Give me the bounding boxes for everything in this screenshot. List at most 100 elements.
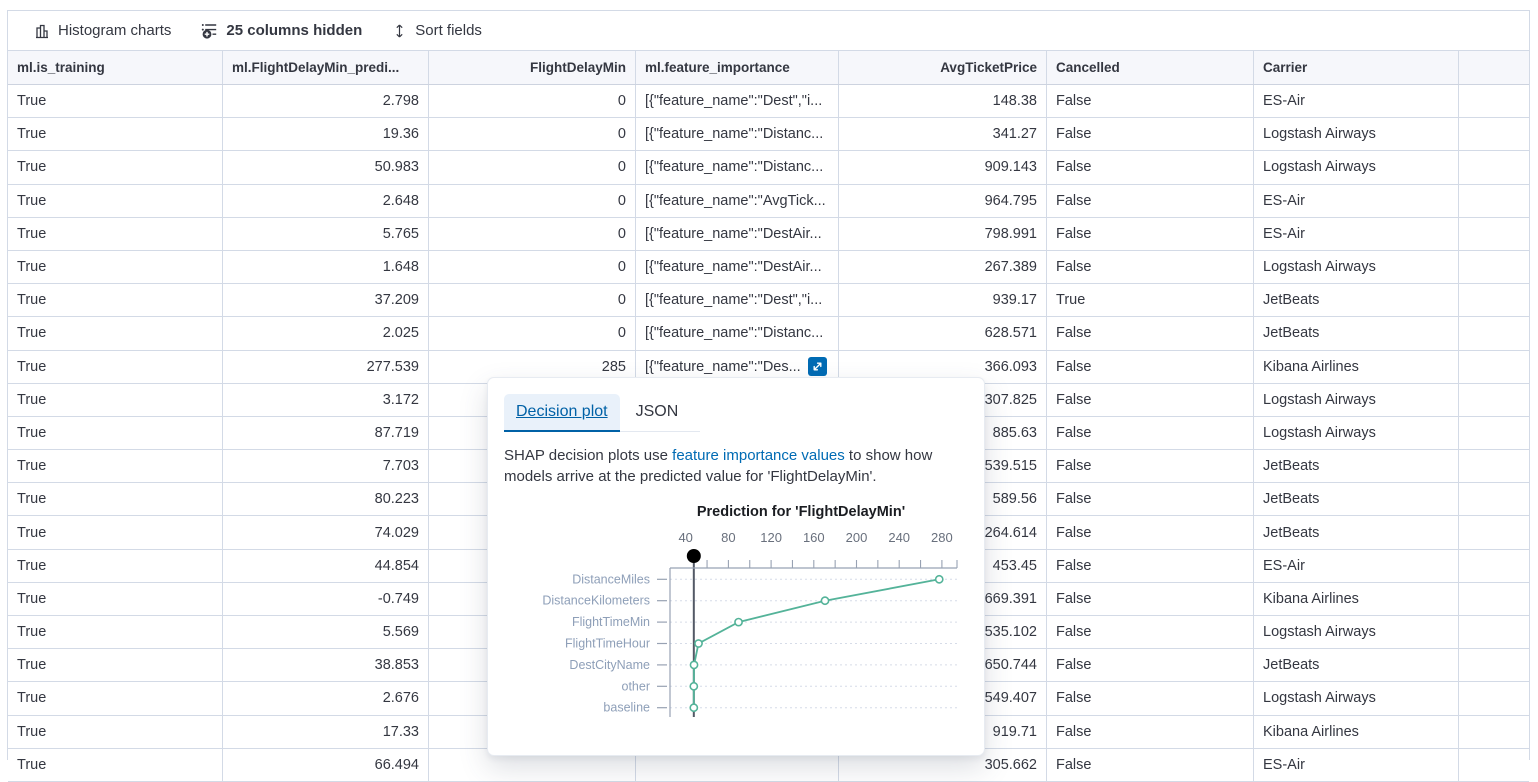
cell-avg_ticket_price[interactable]: 341.27 [839, 118, 1047, 150]
cell-carrier[interactable]: ES-Air [1254, 185, 1459, 217]
cell-feature_importance[interactable]: [{"feature_name":"Dest","i... [636, 284, 839, 316]
column-header-flight_delay_min[interactable]: FlightDelayMin [429, 51, 636, 84]
column-header-is_training[interactable]: ml.is_training [8, 51, 223, 84]
cell-is_training[interactable]: True [8, 716, 223, 748]
cell-avg_ticket_price[interactable]: 798.991 [839, 218, 1047, 250]
cell-prediction[interactable]: -0.749 [223, 583, 429, 615]
cell-spacer[interactable] [1459, 151, 1529, 183]
cell-cancelled[interactable]: False [1047, 85, 1254, 117]
cell-carrier[interactable]: JetBeats [1254, 450, 1459, 482]
cell-spacer[interactable] [1459, 450, 1529, 482]
cell-avg_ticket_price[interactable]: 148.38 [839, 85, 1047, 117]
cell-prediction[interactable]: 74.029 [223, 516, 429, 548]
cell-spacer[interactable] [1459, 218, 1529, 250]
cell-spacer[interactable] [1459, 351, 1529, 383]
column-header-cancelled[interactable]: Cancelled [1047, 51, 1254, 84]
cell-carrier[interactable]: Logstash Airways [1254, 384, 1459, 416]
cell-is_training[interactable]: True [8, 550, 223, 582]
cell-spacer[interactable] [1459, 716, 1529, 748]
cell-prediction[interactable]: 50.983 [223, 151, 429, 183]
cell-cancelled[interactable]: False [1047, 218, 1254, 250]
cell-carrier[interactable]: Logstash Airways [1254, 251, 1459, 283]
cell-is_training[interactable]: True [8, 351, 223, 383]
cell-feature_importance[interactable]: [{"feature_name":"Distanc... [636, 317, 839, 349]
cell-cancelled[interactable]: False [1047, 583, 1254, 615]
cell-spacer[interactable] [1459, 483, 1529, 515]
cell-prediction[interactable]: 3.172 [223, 384, 429, 416]
cell-is_training[interactable]: True [8, 384, 223, 416]
cell-cancelled[interactable]: False [1047, 516, 1254, 548]
cell-prediction[interactable]: 44.854 [223, 550, 429, 582]
cell-prediction[interactable]: 277.539 [223, 351, 429, 383]
cell-cancelled[interactable]: False [1047, 317, 1254, 349]
cell-flight_delay_min[interactable]: 0 [429, 251, 636, 283]
cell-prediction[interactable]: 37.209 [223, 284, 429, 316]
cell-avg_ticket_price[interactable]: 939.17 [839, 284, 1047, 316]
cell-is_training[interactable]: True [8, 284, 223, 316]
cell-avg_ticket_price[interactable]: 909.143 [839, 151, 1047, 183]
cell-prediction[interactable]: 66.494 [223, 749, 429, 781]
cell-carrier[interactable]: ES-Air [1254, 749, 1459, 781]
cell-avg_ticket_price[interactable]: 964.795 [839, 185, 1047, 217]
cell-is_training[interactable]: True [8, 251, 223, 283]
cell-is_training[interactable]: True [8, 616, 223, 648]
cell-is_training[interactable]: True [8, 85, 223, 117]
cell-flight_delay_min[interactable]: 0 [429, 284, 636, 316]
cell-cancelled[interactable]: False [1047, 118, 1254, 150]
cell-carrier[interactable]: Logstash Airways [1254, 682, 1459, 714]
histogram-charts-button[interactable]: Histogram charts [34, 22, 171, 39]
cell-carrier[interactable]: JetBeats [1254, 284, 1459, 316]
sort-fields-button[interactable]: Sort fields [392, 22, 482, 39]
cell-carrier[interactable]: Logstash Airways [1254, 417, 1459, 449]
cell-is_training[interactable]: True [8, 317, 223, 349]
cell-cancelled[interactable]: False [1047, 251, 1254, 283]
cell-spacer[interactable] [1459, 284, 1529, 316]
cell-feature_importance[interactable]: [{"feature_name":"Distanc... [636, 151, 839, 183]
cell-spacer[interactable] [1459, 583, 1529, 615]
cell-carrier[interactable]: JetBeats [1254, 483, 1459, 515]
cell-feature_importance[interactable]: [{"feature_name":"Dest","i... [636, 85, 839, 117]
cell-spacer[interactable] [1459, 516, 1529, 548]
cell-carrier[interactable]: ES-Air [1254, 550, 1459, 582]
cell-prediction[interactable]: 80.223 [223, 483, 429, 515]
cell-carrier[interactable]: Logstash Airways [1254, 151, 1459, 183]
cell-flight_delay_min[interactable]: 0 [429, 218, 636, 250]
cell-cancelled[interactable]: False [1047, 450, 1254, 482]
cell-cancelled[interactable]: False [1047, 716, 1254, 748]
cell-spacer[interactable] [1459, 185, 1529, 217]
cell-prediction[interactable]: 2.798 [223, 85, 429, 117]
cell-is_training[interactable]: True [8, 450, 223, 482]
cell-carrier[interactable]: ES-Air [1254, 218, 1459, 250]
cell-cancelled[interactable]: False [1047, 649, 1254, 681]
cell-spacer[interactable] [1459, 616, 1529, 648]
cell-prediction[interactable]: 2.648 [223, 185, 429, 217]
cell-prediction[interactable]: 38.853 [223, 649, 429, 681]
column-header-spacer[interactable] [1459, 51, 1529, 84]
cell-spacer[interactable] [1459, 749, 1529, 781]
expand-cell-button[interactable] [808, 357, 827, 376]
cell-cancelled[interactable]: False [1047, 351, 1254, 383]
cell-spacer[interactable] [1459, 317, 1529, 349]
cell-carrier[interactable]: JetBeats [1254, 317, 1459, 349]
cell-cancelled[interactable]: False [1047, 749, 1254, 781]
cell-carrier[interactable]: JetBeats [1254, 516, 1459, 548]
cell-cancelled[interactable]: False [1047, 151, 1254, 183]
cell-cancelled[interactable]: False [1047, 483, 1254, 515]
cell-flight_delay_min[interactable]: 0 [429, 317, 636, 349]
cell-cancelled[interactable]: False [1047, 384, 1254, 416]
cell-flight_delay_min[interactable]: 0 [429, 151, 636, 183]
cell-carrier[interactable]: Logstash Airways [1254, 118, 1459, 150]
cell-flight_delay_min[interactable]: 0 [429, 85, 636, 117]
cell-carrier[interactable]: ES-Air [1254, 85, 1459, 117]
cell-carrier[interactable]: JetBeats [1254, 649, 1459, 681]
cell-cancelled[interactable]: True [1047, 284, 1254, 316]
column-header-carrier[interactable]: Carrier [1254, 51, 1459, 84]
cell-is_training[interactable]: True [8, 649, 223, 681]
cell-spacer[interactable] [1459, 384, 1529, 416]
cell-feature_importance[interactable]: [{"feature_name":"Distanc... [636, 118, 839, 150]
cell-is_training[interactable]: True [8, 185, 223, 217]
cell-prediction[interactable]: 1.648 [223, 251, 429, 283]
cell-prediction[interactable]: 5.569 [223, 616, 429, 648]
cell-carrier[interactable]: Kibana Airlines [1254, 583, 1459, 615]
cell-cancelled[interactable]: False [1047, 616, 1254, 648]
